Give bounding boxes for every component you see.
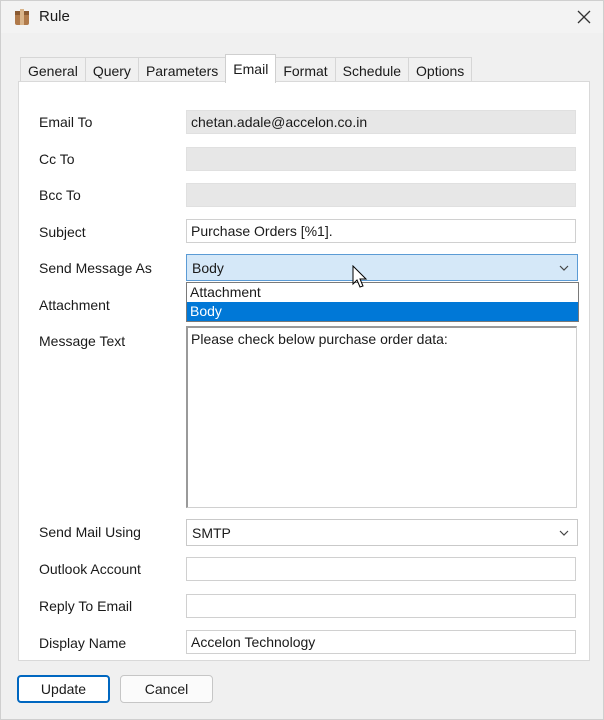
tab-parameters[interactable]: Parameters [137, 57, 227, 83]
box-icon [15, 9, 29, 25]
window-title: Rule [39, 8, 70, 25]
close-button[interactable] [567, 3, 601, 31]
attachment-label: Attachment [39, 297, 110, 313]
reply-to-email-label: Reply To Email [39, 598, 133, 614]
tab-email[interactable]: Email [225, 54, 277, 83]
send-mail-using-value: SMTP [192, 524, 231, 541]
send-message-as-label: Send Message As [39, 260, 152, 276]
cc-to-label: Cc To [39, 151, 75, 167]
tab-options[interactable]: Options [408, 57, 473, 83]
mouse-pointer-icon [352, 265, 368, 288]
outlook-account-field[interactable] [186, 557, 576, 581]
outlook-account-label: Outlook Account [39, 561, 141, 577]
dropdown-option-attachment[interactable]: Attachment [187, 283, 578, 302]
bcc-to-field[interactable] [186, 183, 576, 207]
send-mail-using-select[interactable]: SMTP [186, 519, 578, 546]
email-to-label: Email To [39, 114, 93, 130]
display-name-field[interactable]: Accelon Technology [186, 630, 576, 654]
chevron-down-icon [559, 265, 569, 271]
tab-general[interactable]: General [20, 57, 86, 83]
send-message-as-value: Body [192, 259, 224, 276]
update-button[interactable]: Update [17, 675, 110, 703]
message-text-area[interactable]: Please check below purchase order data: [186, 326, 577, 508]
tab-strip: General Query Parameters Email Format Sc… [20, 54, 473, 83]
reply-to-email-field[interactable] [186, 594, 576, 618]
chevron-down-icon [559, 530, 569, 536]
title-bar: Rule [1, 1, 603, 33]
send-message-as-select[interactable]: Body [186, 254, 578, 281]
tab-schedule[interactable]: Schedule [334, 57, 410, 83]
email-to-field[interactable]: chetan.adale@accelon.co.in [186, 110, 576, 134]
subject-label: Subject [39, 224, 86, 240]
bcc-to-label: Bcc To [39, 187, 81, 203]
message-text-label: Message Text [39, 333, 126, 349]
close-icon [577, 10, 591, 24]
dropdown-option-body[interactable]: Body [187, 302, 578, 321]
send-message-as-dropdown: Attachment Body [186, 282, 579, 322]
cc-to-field[interactable] [186, 147, 576, 171]
cancel-button[interactable]: Cancel [120, 675, 213, 703]
rule-dialog: Rule General Query Parameters Email Form… [0, 0, 604, 720]
tab-format[interactable]: Format [275, 57, 336, 83]
tab-query[interactable]: Query [84, 57, 139, 83]
display-name-label: Display Name [39, 635, 127, 651]
send-mail-using-label: Send Mail Using [39, 524, 141, 540]
subject-field[interactable]: Purchase Orders [%1]. [186, 219, 576, 243]
